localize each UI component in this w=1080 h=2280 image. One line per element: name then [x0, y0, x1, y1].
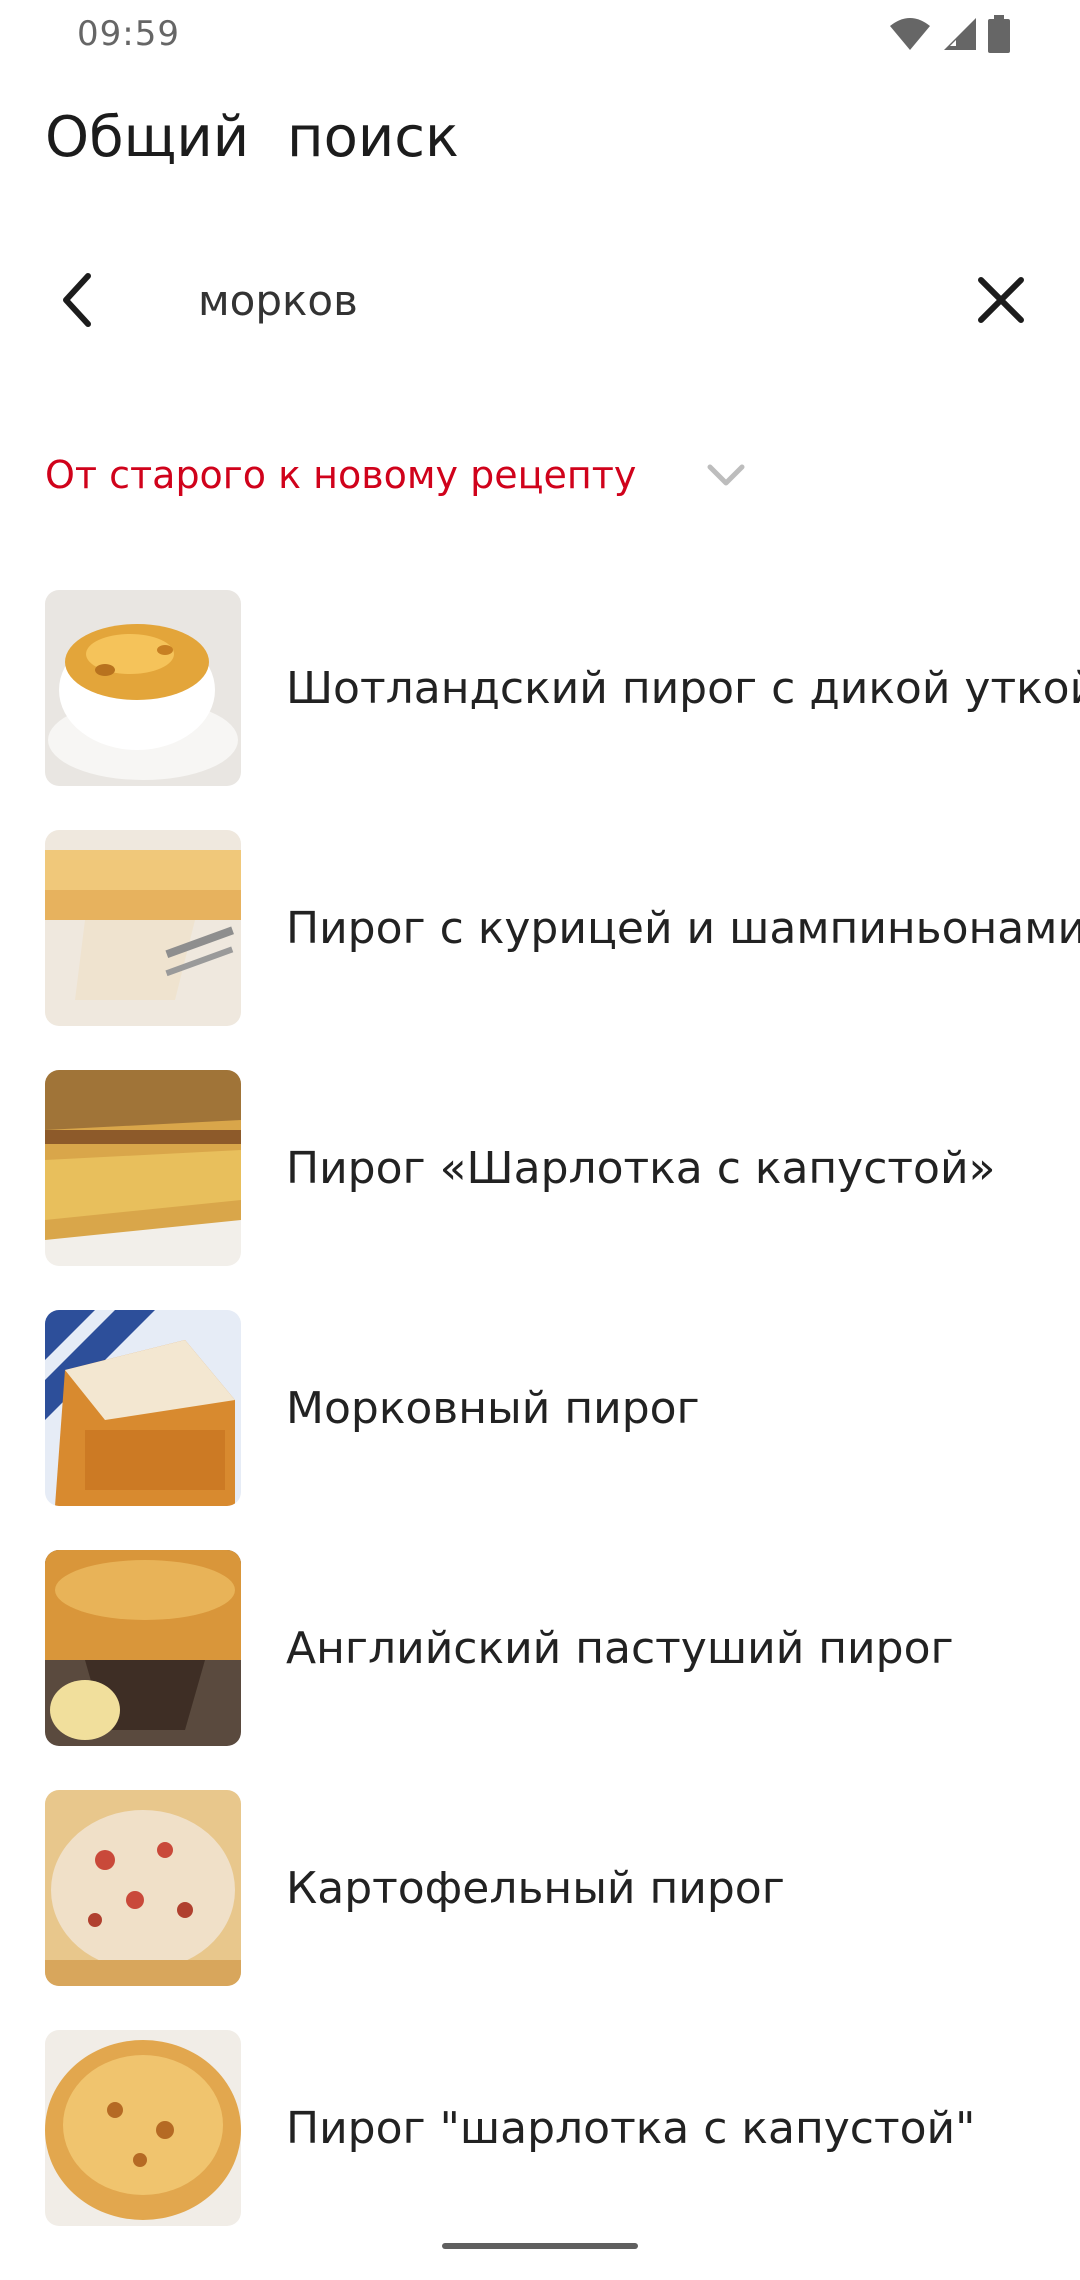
- search-input[interactable]: [198, 268, 938, 332]
- recipe-thumbnail: [45, 1790, 241, 1986]
- recipe-title: Морковный пирог: [286, 1382, 700, 1434]
- sort-label: От старого к новому рецепту: [45, 453, 637, 497]
- search-results-screen: 09:59 Общий поиск морков От старого к но…: [0, 0, 1080, 2280]
- wifi-icon: [888, 16, 932, 56]
- recipe-thumbnail: [45, 1550, 241, 1746]
- recipe-title: Пирог "шарлотка с капустой": [286, 2102, 976, 2154]
- result-item[interactable]: Шотландский пирог с дикой уткой: [0, 590, 1080, 790]
- back-button[interactable]: [50, 270, 110, 330]
- recipe-thumbnail: [45, 1310, 241, 1506]
- result-item[interactable]: Пирог с курицей и шампиньонами: [0, 830, 1080, 1030]
- chevron-left-icon: [63, 273, 91, 327]
- recipe-title: Пирог «Шарлотка с капустой»: [286, 1142, 996, 1194]
- status-time: 09:59: [77, 14, 180, 54]
- recipe-title: Шотландский пирог с дикой уткой: [286, 662, 1080, 714]
- battery-icon: [988, 15, 1010, 57]
- recipe-title: Английский пастуший пирог: [286, 1622, 954, 1674]
- status-bar: 09:59: [0, 0, 1080, 72]
- status-icons: [888, 15, 1010, 57]
- sort-dropdown[interactable]: От старого к новому рецепту: [45, 445, 748, 505]
- result-item[interactable]: Пирог "шарлотка с капустой": [0, 2030, 1080, 2230]
- recipe-thumbnail: [45, 1070, 241, 1266]
- page-title: Общий поиск: [45, 105, 459, 170]
- recipe-title: Пирог с курицей и шампиньонами: [286, 902, 1080, 954]
- home-indicator[interactable]: [442, 2243, 638, 2249]
- search-bar: [0, 250, 1080, 350]
- signal-icon: [942, 16, 978, 56]
- result-item[interactable]: Пирог «Шарлотка с капустой»: [0, 1070, 1080, 1270]
- clear-search-button[interactable]: [973, 272, 1029, 328]
- close-icon: [978, 277, 1024, 323]
- result-item[interactable]: Морковный пирог: [0, 1310, 1080, 1510]
- result-item[interactable]: Английский пастуший пирог: [0, 1550, 1080, 1750]
- recipe-title: Картофельный пирог: [286, 1862, 785, 1914]
- result-item[interactable]: Картофельный пирог: [0, 1790, 1080, 1990]
- recipe-thumbnail: [45, 830, 241, 1026]
- recipe-thumbnail: [45, 590, 241, 786]
- recipe-thumbnail: [45, 2030, 241, 2226]
- chevron-down-icon: [707, 464, 745, 486]
